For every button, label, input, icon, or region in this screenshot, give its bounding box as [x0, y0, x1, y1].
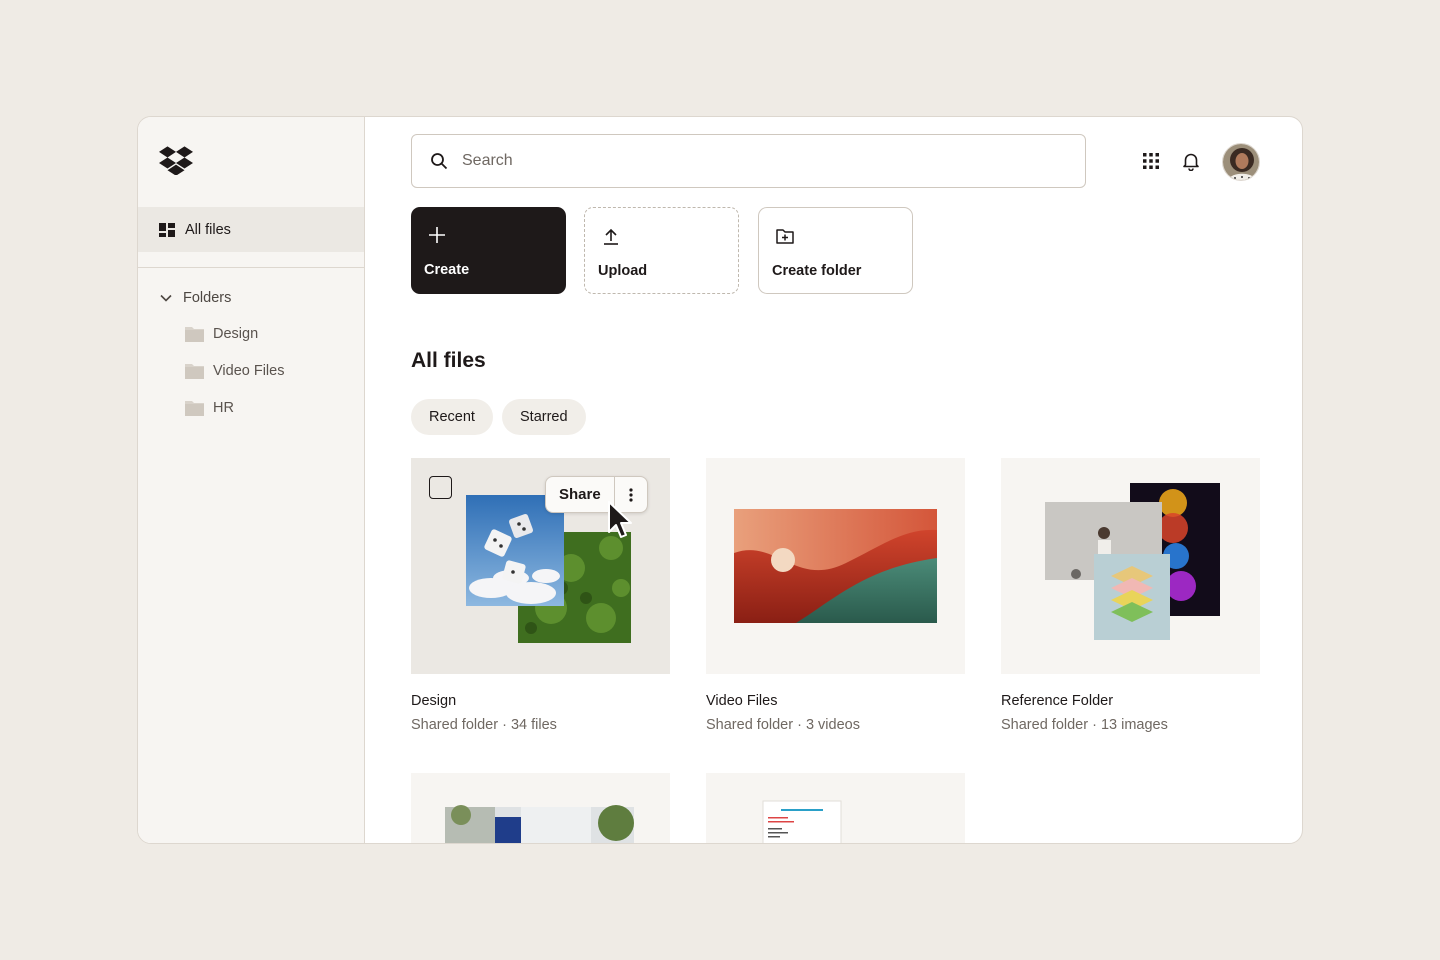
thumbnail-design: Share [411, 458, 670, 674]
files-grid-icon [159, 222, 175, 237]
card-title: Video Files [706, 693, 778, 709]
plus-icon [429, 227, 445, 243]
card-meta: Shared folder · 3 videos [706, 717, 860, 733]
file-card-design[interactable]: Share Design Shared folder · 34 files [411, 458, 670, 733]
folder-plus-icon [776, 229, 794, 244]
sidebar-item-label: All files [185, 221, 231, 238]
reference-collage-image [1045, 483, 1220, 640]
upload-label: Upload [598, 263, 648, 279]
file-card-reference-folder[interactable]: Reference Folder Shared folder · 13 imag… [1001, 458, 1260, 733]
thumbnail-partial-2 [706, 773, 965, 843]
search-input[interactable] [462, 152, 1022, 170]
app-window: All files Folders Design Video Files HR … [137, 116, 1303, 844]
folders-heading: Folders [183, 290, 232, 306]
card-meta: Shared folder · 34 files [411, 717, 557, 733]
dropbox-logo-icon[interactable] [159, 145, 193, 175]
create-folder-label: Create folder [772, 263, 862, 279]
sidebar-item-all-files[interactable]: All files [138, 207, 364, 252]
folder-label: Design [213, 326, 259, 342]
folder-icon [185, 327, 204, 342]
share-button[interactable]: Share [546, 477, 615, 512]
apps-grid-icon[interactable] [1141, 151, 1161, 171]
page-title: All files [411, 349, 486, 372]
user-avatar-icon [1223, 144, 1259, 180]
sidebar-divider [138, 267, 364, 268]
folder-label: Video Files [213, 363, 285, 379]
filter-starred[interactable]: Starred [502, 399, 586, 435]
card-title: Reference Folder [1001, 693, 1114, 709]
video-abstract-image [734, 509, 937, 623]
folder-label: HR [213, 400, 234, 416]
sidebar-folder-video-files[interactable]: Video Files [185, 363, 284, 379]
upload-icon [604, 228, 618, 245]
mouse-cursor-icon [608, 501, 632, 538]
upload-button[interactable]: Upload [584, 207, 739, 294]
file-card-partial-2[interactable] [706, 773, 965, 843]
bell-icon[interactable] [1181, 151, 1201, 171]
create-button[interactable]: Create [411, 207, 566, 294]
document-preview-image [762, 800, 842, 843]
thumbnail-reference-folder [1001, 458, 1260, 674]
thumbnail-video-files [706, 458, 965, 674]
avatar[interactable] [1222, 143, 1260, 181]
search-bar[interactable] [411, 134, 1086, 188]
main-content: Create Upload Create folder All files Re… [365, 117, 1302, 843]
building-photo-image [445, 805, 634, 843]
create-label: Create [424, 262, 470, 278]
select-checkbox[interactable] [429, 476, 452, 499]
card-meta: Shared folder · 13 images [1001, 717, 1168, 733]
filter-recent[interactable]: Recent [411, 399, 493, 435]
folder-icon [185, 401, 204, 416]
folders-toggle[interactable]: Folders [159, 290, 231, 306]
folder-icon [185, 364, 204, 379]
create-folder-button[interactable]: Create folder [758, 207, 913, 294]
sidebar-folder-design[interactable]: Design [185, 326, 258, 342]
card-title: Design [411, 693, 457, 709]
search-icon [431, 153, 448, 170]
thumbnail-partial-1 [411, 773, 670, 843]
file-card-partial-1[interactable] [411, 773, 670, 843]
sidebar: All files Folders Design Video Files HR [138, 117, 365, 843]
sidebar-folder-hr[interactable]: HR [185, 400, 234, 416]
file-card-video-files[interactable]: Video Files Shared folder · 3 videos [706, 458, 965, 733]
chevron-down-icon [160, 294, 172, 302]
